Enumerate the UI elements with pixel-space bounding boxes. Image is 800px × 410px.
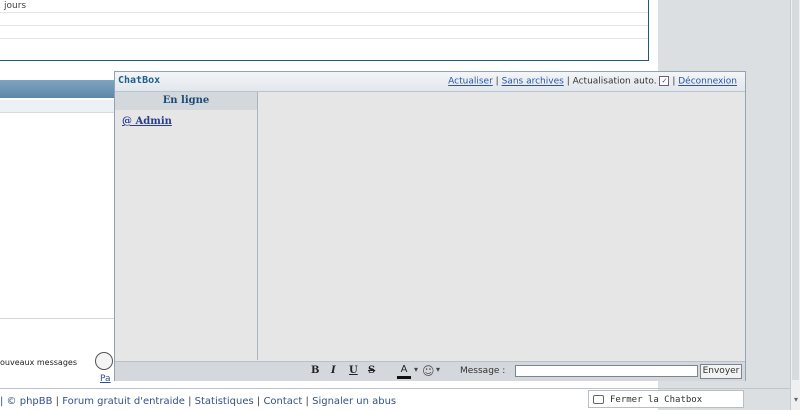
new-messages-label: ouveaux messages [0,358,77,367]
strike-button[interactable]: S [368,365,375,376]
close-chatbox-button[interactable]: Fermer la Chatbox [588,390,744,408]
online-heading: En ligne [115,92,257,110]
footer-contact[interactable]: Contact [263,396,302,407]
footer-links: | © phpBB | Forum gratuit d'entraide | S… [0,396,397,407]
refresh-link[interactable]: Actualiser [448,77,493,87]
footer-phpbb[interactable]: | © phpBB [0,396,52,407]
color-swatch [397,376,411,379]
left-section-header [0,80,114,98]
italic-button[interactable]: I [331,365,336,376]
top-row-empty [0,26,648,39]
new-messages-icon [95,352,113,370]
chatbox-window: ChatBox Actualiser | Sans archives | Act… [114,71,746,381]
underline-button[interactable]: U [349,365,358,376]
send-button[interactable]: Envoyer [700,364,742,379]
footer-signaler[interactable]: Signaler un abus [312,396,396,407]
forum-top-box: jours [0,0,649,61]
footer-divider [0,388,790,389]
chatbox-header: ChatBox Actualiser | Sans archives | Act… [115,72,745,92]
text-color-icon: A [400,364,408,375]
bold-button[interactable]: B [311,365,319,376]
message-label: Message : [460,366,506,376]
vertical-scrollbar[interactable]: ▾ [790,0,800,410]
scroll-down-arrow-icon[interactable]: ▾ [792,395,800,405]
top-row-empty [0,13,648,26]
text-color-button[interactable]: A [397,364,411,379]
chatbox-title: ChatBox [118,75,161,86]
color-dropdown-icon[interactable]: ▾ [414,365,418,374]
chatbox-toolbar: B I U S A ▾ ☺ ▾ Message : Envoyer [115,361,745,381]
scrollbar-thumb[interactable] [792,0,799,380]
footer-forum-gratuit[interactable]: Forum gratuit d'entraide [62,396,185,407]
logout-link[interactable]: Déconnexion [678,77,737,87]
online-users-panel: En ligne @ Admin [115,92,258,360]
top-row-text: jours [0,0,648,13]
chatbox-header-links: Actualiser | Sans archives | Actualisati… [448,76,737,87]
footer-statistiques[interactable]: Statistiques [195,396,254,407]
messages-area [258,92,745,360]
smiley-dropdown-icon[interactable]: ▾ [436,365,440,374]
message-input[interactable] [515,365,698,377]
partial-link[interactable]: Pa [100,374,111,384]
auto-refresh-checkbox[interactable]: ✓ [659,76,670,86]
chat-bubble-icon [593,395,604,404]
close-chatbox-label: Fermer la Chatbox [610,395,703,405]
auto-refresh-label: Actualisation auto. [572,76,657,87]
left-section-row [0,100,114,113]
smiley-icon[interactable]: ☺ [422,364,435,378]
no-archives-link[interactable]: Sans archives [502,77,564,87]
online-user-admin[interactable]: @ Admin [122,116,172,127]
